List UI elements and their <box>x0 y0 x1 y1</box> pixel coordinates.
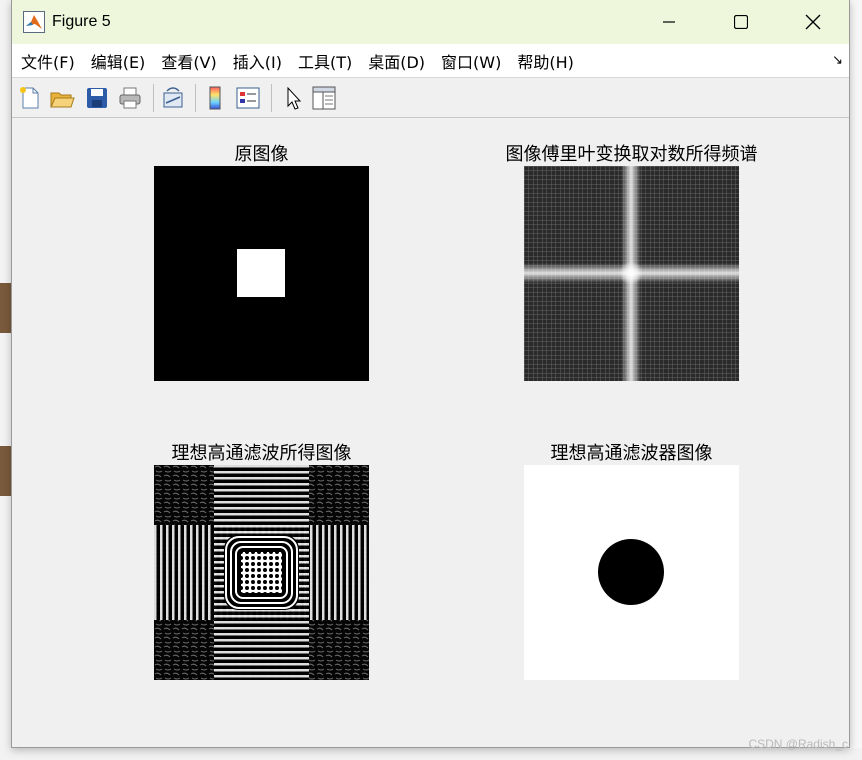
desktop-thumbnail <box>0 446 11 496</box>
insert-legend-icon[interactable] <box>235 85 261 111</box>
menu-view[interactable]: 查看(V) <box>153 49 224 73</box>
figure-toolbar <box>12 78 849 118</box>
subplot-title: 原图像 <box>234 144 289 165</box>
maximize-icon <box>734 15 748 29</box>
minimize-button[interactable] <box>633 0 705 44</box>
subplot-title: 理想高通滤波所得图像 <box>171 443 352 464</box>
subplot-title: 理想高通滤波器图像 <box>550 443 713 464</box>
new-figure-icon[interactable] <box>17 85 43 111</box>
menu-desktop[interactable]: 桌面(D) <box>360 49 433 73</box>
filter-image-axes[interactable] <box>524 465 739 680</box>
close-button[interactable] <box>777 0 849 44</box>
undock-arrow-icon[interactable]: ↘ <box>832 53 843 68</box>
menu-bar: 文件(F) 编辑(E) 查看(V) 插入(I) 工具(T) 桌面(D) 窗口(W… <box>12 44 849 78</box>
spectrum-image-axes[interactable] <box>524 166 739 381</box>
open-file-icon[interactable] <box>49 85 75 111</box>
original-image-axes[interactable] <box>154 166 369 381</box>
close-icon <box>805 14 821 30</box>
edit-plot-cursor-icon[interactable] <box>280 85 306 111</box>
menu-help[interactable]: 帮助(H) <box>509 49 582 73</box>
link-plot-icon[interactable] <box>160 85 186 111</box>
property-inspector-icon[interactable] <box>311 85 337 111</box>
menu-tools[interactable]: 工具(T) <box>290 49 360 73</box>
desktop-background-bottom <box>0 748 862 760</box>
filtered-image-axes[interactable] <box>154 465 369 680</box>
menu-insert[interactable]: 插入(I) <box>225 49 290 73</box>
figure-window: Figure 5 文件(F) 编辑(E) 查看(V) 插入(I) 工具(T) 桌… <box>11 0 850 748</box>
menu-file[interactable]: 文件(F) <box>12 49 83 73</box>
window-title: Figure 5 <box>52 13 111 30</box>
title-bar[interactable]: Figure 5 <box>12 0 849 44</box>
matlab-icon <box>23 11 45 33</box>
desktop-background-right <box>848 0 862 760</box>
minimize-icon <box>663 21 675 23</box>
print-icon[interactable] <box>117 85 143 111</box>
toolbar-separator <box>271 84 272 112</box>
desktop-thumbnail <box>0 283 11 333</box>
watermark: CSDN @Radish_c <box>748 737 848 751</box>
menu-edit[interactable]: 编辑(E) <box>83 49 154 73</box>
save-icon[interactable] <box>84 85 110 111</box>
menu-window[interactable]: 窗口(W) <box>433 49 509 73</box>
toolbar-separator <box>153 84 154 112</box>
toolbar-separator <box>195 84 196 112</box>
subplot-title: 图像傅里叶变换取对数所得频谱 <box>505 144 758 165</box>
insert-colorbar-icon[interactable] <box>202 85 228 111</box>
maximize-button[interactable] <box>705 0 777 44</box>
